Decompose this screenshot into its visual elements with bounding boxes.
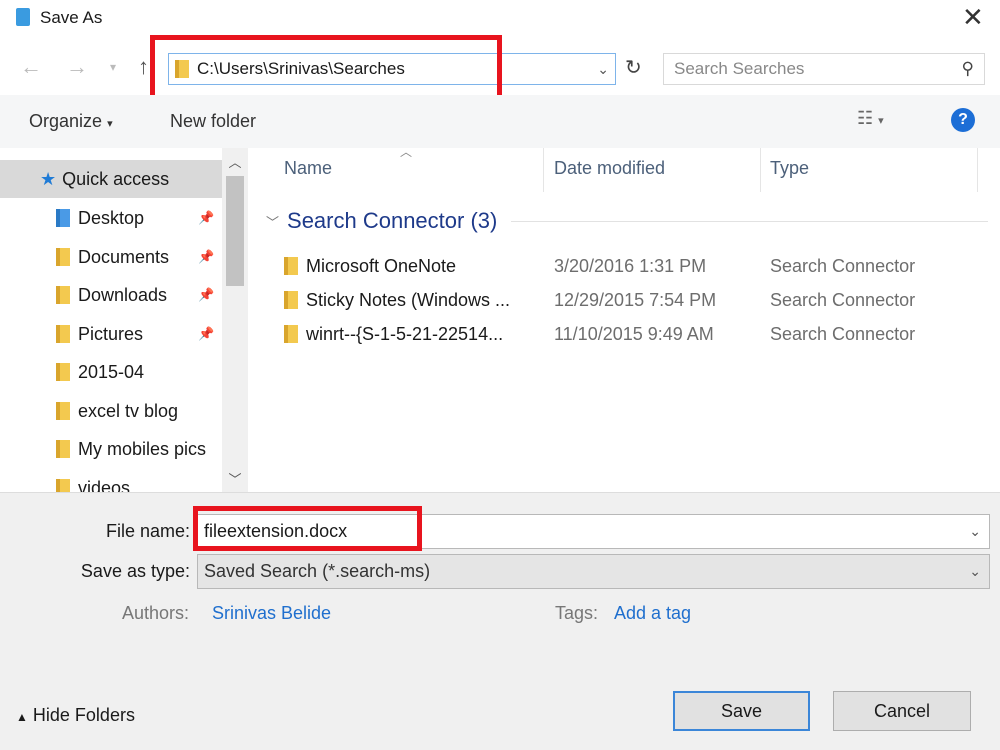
search-connector-icon [284,325,298,343]
organize-button[interactable]: Organize ▾ [29,111,113,132]
chevron-down-icon: ⌄ [969,523,981,540]
search-icon: ⚲ [962,59,974,79]
pin-icon: 📌 [198,210,214,226]
window-title: Save As [40,8,102,28]
pin-icon: 📌 [198,249,214,265]
chevron-up-icon: ▲ [16,710,28,724]
sidebar-item-2015-04[interactable]: 2015-04 [0,353,222,391]
chevron-down-icon: ⌄ [969,563,981,580]
column-header-type[interactable]: Type [770,158,809,179]
column-header-name[interactable]: Name [284,158,332,179]
scrollbar-thumb[interactable] [226,176,244,286]
sidebar-item-quick-access[interactable]: ★Quick access [0,160,222,198]
search-input[interactable]: Search Searches ⚲ [663,53,985,85]
save-as-type-select[interactable]: Saved Search (*.search-ms)⌄ [197,554,990,589]
help-icon[interactable]: ? [951,108,975,132]
sidebar-scrollbar[interactable]: ︿ ﹀ [222,148,248,492]
refresh-button[interactable]: ↻ [625,55,642,80]
up-button[interactable]: ↑ [138,54,149,80]
collapse-chevron-icon: ﹀ [266,212,279,231]
sidebar-item-my-mobiles-pics[interactable]: My mobiles pics [0,430,222,468]
tags-label: Tags: [555,603,598,624]
group-header[interactable]: ﹀ Search Connector (3) [266,208,988,234]
folder-icon [56,402,70,420]
folder-icon [56,209,70,227]
search-folder-icon [175,60,189,78]
sidebar-item-downloads[interactable]: Downloads📌 [0,276,222,314]
authors-label: Authors: [122,603,189,624]
view-options-icon[interactable]: ☷ ▾ [857,108,884,129]
details-pane: File name: fileextension.docx⌄ Save as t… [0,492,1000,750]
address-text: C:\Users\Srinivas\Searches [197,59,405,79]
tags-value[interactable]: Add a tag [614,603,691,624]
recent-dropdown-icon[interactable]: ▾ [110,60,116,74]
documents-icon [56,248,70,266]
sidebar-item-excel-tv-blog[interactable]: excel tv blog [0,392,222,430]
sidebar-item-documents[interactable]: Documents📌 [0,238,222,276]
column-header-date[interactable]: Date modified [554,158,665,179]
save-button[interactable]: Save [673,691,810,731]
sidebar-item-videos[interactable]: videos [0,469,222,492]
hide-folders-button[interactable]: ▲ Hide Folders [16,705,135,726]
file-name-label: File name: [106,521,190,542]
forward-button[interactable]: → [66,54,88,80]
scroll-down-icon: ﹀ [222,469,248,488]
folder-icon [56,479,70,492]
navigation-pane: ★Quick access Desktop📌 Documents📌 Downlo… [0,148,248,492]
pin-icon: 📌 [198,287,214,303]
new-folder-button[interactable]: New folder [170,111,256,132]
app-icon [16,8,30,26]
back-button[interactable]: ← [20,54,42,80]
sidebar-item-pictures[interactable]: Pictures📌 [0,315,222,353]
sort-indicator-icon: ︿ [400,143,412,160]
pin-icon: 📌 [198,326,214,342]
downloads-icon [56,286,70,304]
scroll-up-icon: ︿ [222,152,248,171]
star-icon: ★ [40,169,56,190]
toolbar [0,95,1000,148]
file-name-input[interactable]: fileextension.docx⌄ [197,514,990,549]
chevron-down-icon[interactable]: ⌄ [597,61,609,78]
folder-icon [56,363,70,381]
folder-icon [56,440,70,458]
sidebar-item-desktop[interactable]: Desktop📌 [0,199,222,237]
close-icon[interactable]: ✕ [962,2,984,33]
search-connector-icon [284,291,298,309]
authors-value[interactable]: Srinivas Belide [212,603,331,624]
save-as-type-label: Save as type: [81,561,190,582]
address-bar[interactable]: C:\Users\Srinivas\Searches ⌄ [168,53,616,85]
search-connector-icon [284,257,298,275]
pictures-icon [56,325,70,343]
cancel-button[interactable]: Cancel [833,691,971,731]
